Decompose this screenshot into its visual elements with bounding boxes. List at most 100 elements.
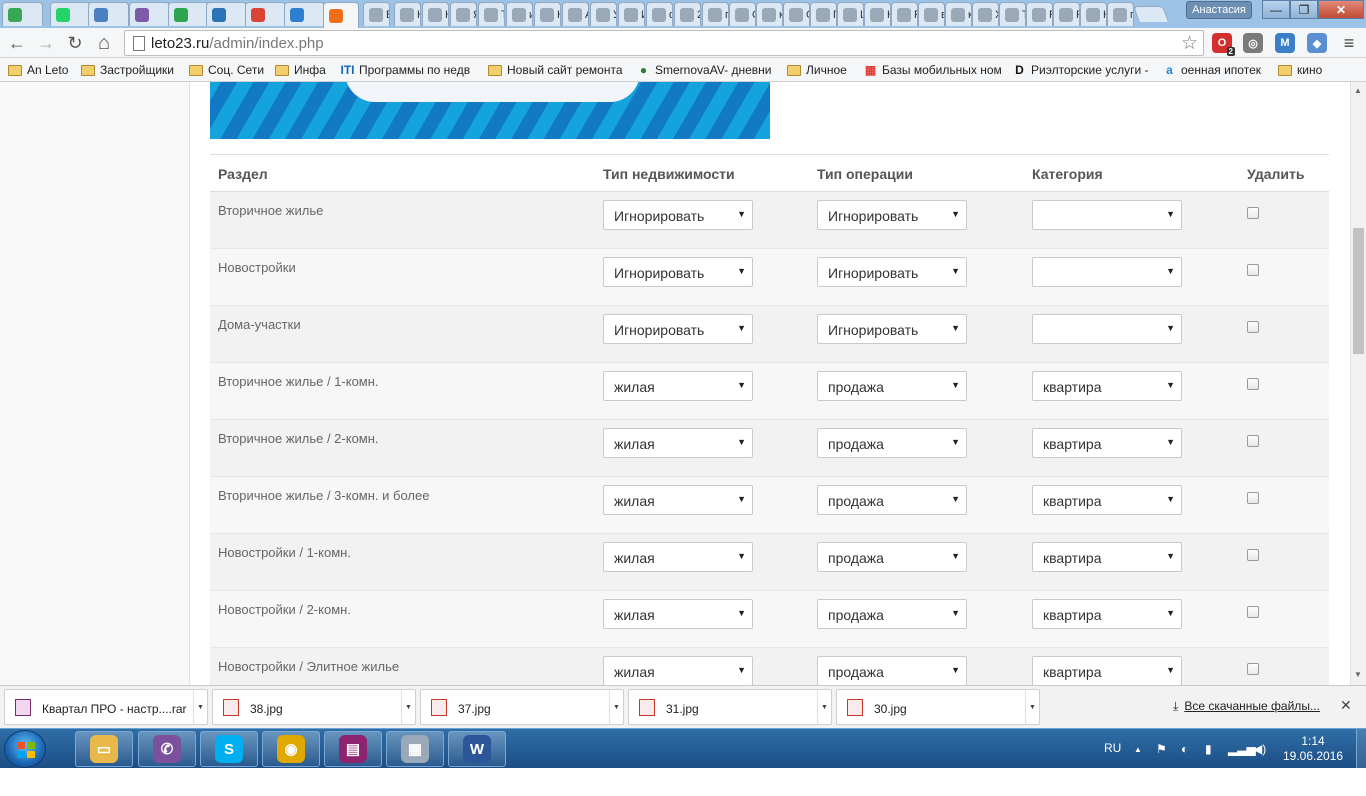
browser-tab[interactable] bbox=[168, 2, 209, 26]
browser-tab[interactable]: Ст bbox=[783, 2, 810, 26]
profile-badge[interactable]: Анастасия bbox=[1186, 1, 1252, 19]
category-select[interactable]: квартира ▼ bbox=[1032, 542, 1182, 572]
browser-tab[interactable]: 2- bbox=[674, 2, 701, 26]
delete-checkbox[interactable] bbox=[1247, 264, 1259, 276]
delete-checkbox[interactable] bbox=[1247, 492, 1259, 504]
chrome-menu-icon[interactable]: ≡ bbox=[1340, 33, 1358, 53]
browser-tab[interactable] bbox=[245, 2, 286, 26]
browser-tab[interactable]: Ян bbox=[450, 2, 477, 26]
property-type-select[interactable]: жилая ▼ bbox=[603, 542, 753, 572]
browser-tab[interactable] bbox=[50, 2, 91, 26]
bookmark-item[interactable]: D Риэлторские услуги - bbox=[1012, 62, 1154, 78]
browser-tab[interactable]: Вь bbox=[363, 2, 390, 26]
browser-tab[interactable]: РЕ bbox=[891, 2, 918, 26]
tray-app-icon[interactable]: ◐ bbox=[1181, 742, 1188, 756]
operation-type-select[interactable]: продажа ▼ bbox=[817, 656, 967, 685]
download-item[interactable]: 31.jpg ▼ bbox=[628, 689, 832, 725]
scroll-thumb[interactable] bbox=[1353, 228, 1364, 354]
property-type-select[interactable]: Игнорировать ▼ bbox=[603, 200, 753, 230]
operation-type-select[interactable]: Игнорировать ▼ bbox=[817, 200, 967, 230]
operation-type-select[interactable]: продажа ▼ bbox=[817, 542, 967, 572]
delete-checkbox[interactable] bbox=[1247, 321, 1259, 333]
browser-tab[interactable]: Ка bbox=[394, 2, 421, 26]
browser-tab[interactable] bbox=[129, 2, 170, 26]
browser-tab[interactable]: Пр bbox=[810, 2, 837, 26]
chrome-taskbar-button[interactable]: ◉ bbox=[262, 731, 320, 767]
minimize-button[interactable]: — bbox=[1262, 0, 1290, 19]
bookmark-item[interactable]: ● SmernovaAV- дневни bbox=[636, 62, 778, 78]
delete-checkbox[interactable] bbox=[1247, 207, 1259, 219]
browser-tab[interactable]: Кв bbox=[534, 2, 561, 26]
download-item[interactable]: 37.jpg ▼ bbox=[420, 689, 624, 725]
bookmark-item[interactable]: Новый сайт ремонта bbox=[488, 62, 628, 78]
delete-checkbox[interactable] bbox=[1247, 549, 1259, 561]
bookmark-item[interactable]: Соц. Сети bbox=[189, 62, 265, 78]
page-scrollbar[interactable]: ▲ ▼ bbox=[1350, 82, 1366, 685]
browser-tab[interactable] bbox=[88, 2, 129, 26]
operation-type-select[interactable]: продажа ▼ bbox=[817, 599, 967, 629]
property-type-select[interactable]: жилая ▼ bbox=[603, 656, 753, 685]
start-button[interactable] bbox=[4, 730, 46, 768]
browser-tab[interactable]: фа bbox=[646, 2, 673, 26]
property-type-select[interactable]: жилая ▼ bbox=[603, 599, 753, 629]
bookmark-item[interactable]: ▦ Базы мобильных ном bbox=[863, 62, 1001, 78]
category-select[interactable]: ▼ bbox=[1032, 257, 1182, 287]
battery-icon[interactable]: ▮ bbox=[1205, 742, 1212, 756]
extension-icon[interactable]: ◆ bbox=[1307, 33, 1327, 53]
delete-checkbox[interactable] bbox=[1247, 378, 1259, 390]
close-window-button[interactable]: ✕ bbox=[1318, 0, 1364, 19]
property-type-select[interactable]: жилая ▼ bbox=[603, 428, 753, 458]
download-item[interactable]: Квартал ПРО - настр....rar ▼ bbox=[4, 689, 208, 725]
browser-tab[interactable]: Ку bbox=[1080, 2, 1107, 26]
browser-tab[interactable]: Ка bbox=[422, 2, 449, 26]
browser-tab[interactable]: Ар bbox=[562, 2, 589, 26]
volume-icon[interactable]: ◀) bbox=[1253, 742, 1266, 756]
bookmark-item[interactable]: An Leto bbox=[8, 62, 72, 78]
download-item[interactable]: 30.jpg ▼ bbox=[836, 689, 1040, 725]
browser-tab[interactable]: Ку bbox=[864, 2, 891, 26]
browser-tab[interactable]: пе bbox=[1107, 2, 1134, 26]
calculator-taskbar-button[interactable]: ▦ bbox=[386, 731, 444, 767]
bookmark-item[interactable]: a оенная ипотек bbox=[1162, 62, 1268, 78]
bookmark-item[interactable]: Личное bbox=[787, 62, 853, 78]
category-select[interactable]: ▼ bbox=[1032, 200, 1182, 230]
browser-tab[interactable]: вь bbox=[918, 2, 945, 26]
extension-icon[interactable]: O2 bbox=[1212, 33, 1235, 56]
bookmark-item[interactable]: Застройщики bbox=[81, 62, 177, 78]
download-item[interactable]: 38.jpg ▼ bbox=[212, 689, 416, 725]
browser-tab[interactable]: Ці bbox=[837, 2, 864, 26]
operation-type-select[interactable]: Игнорировать ▼ bbox=[817, 314, 967, 344]
viber-taskbar-button[interactable]: ✆ bbox=[138, 731, 196, 767]
operation-type-select[interactable]: продажа ▼ bbox=[817, 371, 967, 401]
category-select[interactable]: квартира ▼ bbox=[1032, 428, 1182, 458]
language-indicator[interactable]: RU bbox=[1104, 741, 1121, 755]
property-type-select[interactable]: жилая ▼ bbox=[603, 371, 753, 401]
word-taskbar-button[interactable]: W bbox=[448, 731, 506, 767]
property-type-select[interactable]: Игнорировать ▼ bbox=[603, 314, 753, 344]
download-menu-arrow-icon[interactable]: ▼ bbox=[817, 690, 831, 724]
download-menu-arrow-icon[interactable]: ▼ bbox=[193, 690, 207, 724]
download-menu-arrow-icon[interactable]: ▼ bbox=[401, 690, 415, 724]
forward-button[interactable]: → bbox=[35, 32, 57, 54]
address-bar[interactable]: leto23.ru/admin/index.php ☆ bbox=[124, 30, 1204, 56]
bookmark-item[interactable]: кино bbox=[1278, 62, 1333, 78]
network-signal-icon[interactable]: ▂▃▅ bbox=[1228, 742, 1256, 756]
download-menu-arrow-icon[interactable]: ▼ bbox=[609, 690, 623, 724]
property-type-select[interactable]: жилая ▼ bbox=[603, 485, 753, 515]
back-button[interactable]: ← bbox=[6, 32, 28, 54]
bookmark-item[interactable]: ΙΤΙ Программы по недв bbox=[340, 62, 476, 78]
winrar-taskbar-button[interactable]: ▤ bbox=[324, 731, 382, 767]
bookmark-star-icon[interactable]: ☆ bbox=[1181, 32, 1198, 55]
all-downloads-link[interactable]: ⤓ Все скачанные файлы... bbox=[1173, 699, 1320, 714]
delete-checkbox[interactable] bbox=[1247, 435, 1259, 447]
category-select[interactable]: квартира ▼ bbox=[1032, 599, 1182, 629]
show-desktop-button[interactable] bbox=[1356, 729, 1366, 769]
browser-tab[interactable] bbox=[323, 2, 359, 28]
delete-checkbox[interactable] bbox=[1247, 663, 1259, 675]
category-select[interactable]: квартира ▼ bbox=[1032, 371, 1182, 401]
browser-tab[interactable]: Ос bbox=[729, 2, 756, 26]
operation-type-select[interactable]: продажа ▼ bbox=[817, 485, 967, 515]
browser-tab[interactable]: Ин bbox=[618, 2, 645, 26]
download-menu-arrow-icon[interactable]: ▼ bbox=[1025, 690, 1039, 724]
browser-tab[interactable]: Уг bbox=[590, 2, 617, 26]
